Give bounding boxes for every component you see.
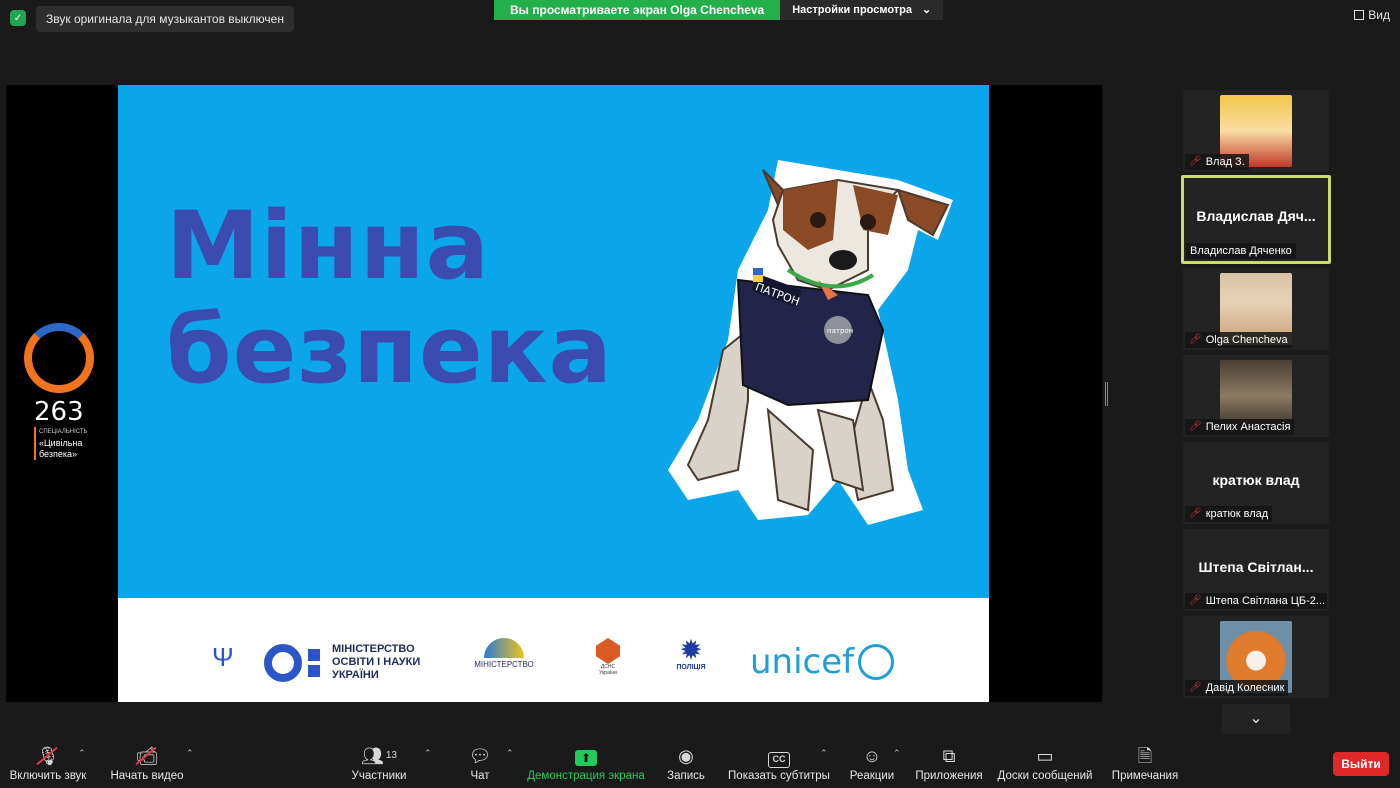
video-off-icon: 📹︎ — [135, 746, 159, 766]
sharing-banner: Вы просматриваете экран Olga Chencheva Н… — [494, 0, 944, 20]
participants-options-caret-icon[interactable]: ⌃ — [424, 748, 432, 759]
mon-text: МІНІСТЕРСТВО ОСВІТИ І НАУКИ УКРАЇНИ — [332, 643, 421, 681]
participant-tile[interactable]: Штепа Світлан... 🎤︎ Штепа Світлана ЦБ-2.… — [1183, 529, 1329, 611]
mon-logo: МІНІСТЕРСТВО ОСВІТИ І НАУКИ УКРАЇНИ — [264, 643, 432, 682]
participant-tile-active-speaker[interactable]: Владислав Дяч... Владислав Дяченко — [1181, 175, 1331, 264]
captions-options-caret-icon[interactable]: ⌃ — [820, 748, 828, 759]
slide-title: Мінна безпека — [166, 195, 613, 403]
participant-tile[interactable]: 🎤︎ Давід Колесник — [1183, 616, 1329, 698]
show-captions-button[interactable]: CC Показать субтитры — [728, 744, 830, 782]
participants-button[interactable]: 👥︎ 13 Участники — [348, 744, 410, 782]
viewing-screen-label: Вы просматриваете экран Olga Chencheva — [494, 0, 781, 20]
share-screen-button[interactable]: ⬆ Демонстрация экрана — [526, 744, 646, 782]
chat-bubble-icon: 💬︎ — [468, 746, 492, 766]
participant-name-tag: 🎤︎ кратюк влад — [1185, 506, 1273, 522]
apps-button[interactable]: ⧉ Приложения — [914, 744, 984, 782]
participants-count: 13 — [385, 750, 397, 761]
trident-icon: Ψ — [212, 642, 234, 672]
share-screen-icon: ⬆ — [575, 750, 597, 766]
ministry-arc-icon — [484, 638, 524, 658]
slide-title-line1: Мінна — [166, 192, 491, 301]
police-logo: ✹ ПОЛІЦІЯ — [674, 637, 708, 672]
unmute-button[interactable]: 🎙︎ Включить звук — [8, 744, 88, 782]
participant-tile[interactable]: 🎤︎ Влад З. — [1183, 90, 1329, 172]
reactions-options-caret-icon[interactable]: ⌃ — [893, 748, 901, 759]
participant-tile[interactable]: 🎤︎ Пелих Анастасія — [1183, 355, 1329, 437]
specialty-logo: 263 СПЕЦІАЛЬНІСТЬ «Цивільна безпека» — [24, 323, 104, 460]
shared-screen: 263 СПЕЦІАЛЬНІСТЬ «Цивільна безпека» Мін… — [6, 85, 1102, 702]
apps-icon: ⧉ — [942, 746, 956, 766]
view-options-button[interactable]: Настройки просмотра ⌄ — [780, 0, 944, 20]
cc-icon: CC — [768, 752, 790, 768]
meeting-toolbar: 🎙︎ Включить звук ⌃ 📹︎ Начать видео ⌃ 👥︎ 1… — [0, 738, 1400, 788]
view-button-label: Вид — [1368, 8, 1390, 22]
participant-big-name: Владислав Дяч... — [1196, 208, 1316, 224]
chat-options-caret-icon[interactable]: ⌃ — [506, 748, 514, 759]
start-video-button[interactable]: 📹︎ Начать видео — [108, 744, 186, 782]
participant-name-tag: 🎤︎ Штепа Світлана ЦБ-2... — [1185, 593, 1327, 609]
slide-footer-logos: Ψ МІНІСТЕРСТВО ОСВІТИ І НАУКИ УКРАЇНИ МІ… — [118, 598, 989, 702]
video-options-caret-icon[interactable]: ⌃ — [186, 748, 194, 759]
participant-tile[interactable]: кратюк влад 🎤︎ кратюк влад — [1183, 442, 1329, 524]
participant-tile[interactable]: 🎤︎ Olga Chencheva — [1183, 268, 1329, 350]
cb-logo-icon — [24, 323, 94, 393]
specialty-number: 263 — [34, 397, 84, 427]
whiteboards-button[interactable]: ▭ Доски сообщений — [996, 744, 1094, 782]
notes-button[interactable]: 🗎︎ Примечания — [1110, 744, 1180, 782]
muted-mic-icon: 🎤︎ — [1189, 508, 1202, 519]
view-button[interactable]: Вид — [1354, 8, 1390, 22]
presentation-slide: Мінна безпека ПАТРОН патрон Ψ МІНІСТЕРСТ… — [118, 85, 989, 702]
participants-icon: 👥︎ 13 — [361, 746, 397, 766]
gallery-scroll-down-button[interactable]: ⌄ — [1222, 704, 1290, 734]
specialty-text: СПЕЦІАЛЬНІСТЬ «Цивільна безпека» — [34, 427, 104, 460]
notes-icon: 🗎︎ — [1137, 746, 1153, 766]
mic-muted-icon: 🎙︎ — [36, 746, 60, 766]
participant-name-tag: Владислав Дяченко — [1186, 243, 1296, 259]
muted-mic-icon: 🎤︎ — [1189, 421, 1202, 432]
leave-button[interactable]: Выйти — [1333, 752, 1389, 776]
smiley-icon: ☺ — [862, 746, 882, 766]
dsns-logo: ДСНС України — [592, 638, 624, 676]
participant-name-tag: 🎤︎ Olga Chencheva — [1185, 332, 1292, 348]
chevron-down-icon: ⌄ — [1249, 710, 1263, 727]
record-icon: ◉ — [678, 746, 694, 766]
unicef-logo: unicef — [750, 642, 895, 682]
whiteboard-icon: ▭ — [1036, 746, 1054, 766]
participant-name-tag: 🎤︎ Пелих Анастасія — [1185, 419, 1295, 435]
mon-squares-icon — [308, 648, 320, 677]
mon-circle-icon — [264, 643, 302, 682]
participant-big-name: кратюк влад — [1212, 472, 1300, 488]
record-button[interactable]: ◉ Запись — [664, 744, 708, 782]
unicef-globe-icon — [858, 644, 895, 680]
participant-name-tag: 🎤︎ Влад З. — [1185, 154, 1249, 170]
patron-dog-illustration: ПАТРОН патрон — [668, 160, 953, 525]
medal-tag: патрон — [827, 327, 853, 335]
top-bar: ✓ Звук оригинала для музыкантов выключен… — [0, 0, 1400, 36]
chevron-down-icon: ⌄ — [922, 4, 932, 16]
muted-mic-icon: 🎤︎ — [1189, 334, 1202, 345]
muted-mic-icon: 🎤︎ — [1189, 156, 1202, 167]
audio-options-caret-icon[interactable]: ⌃ — [78, 748, 86, 759]
reactions-button[interactable]: ☺ Реакции — [846, 744, 898, 782]
police-star-icon: ✹ — [680, 637, 702, 664]
unicef-text: unicef — [750, 642, 855, 682]
original-sound-notice: Звук оригинала для музыкантов выключен — [36, 6, 294, 32]
participant-name-tag: 🎤︎ Давід Колесник — [1185, 680, 1289, 696]
dsns-badge-icon — [596, 638, 620, 664]
chat-button[interactable]: 💬︎ Чат — [462, 744, 498, 782]
muted-mic-icon: 🎤︎ — [1189, 682, 1202, 693]
grid-icon — [1354, 10, 1365, 20]
slide-title-line2: безпека — [166, 296, 613, 405]
slide-blue-area: Мінна безпека ПАТРОН патрон — [118, 85, 989, 598]
resize-handle[interactable] — [1105, 382, 1108, 406]
view-options-label: Настройки просмотра — [792, 4, 913, 16]
muted-mic-icon: 🎤︎ — [1189, 595, 1202, 606]
encryption-shield-icon[interactable]: ✓ — [10, 10, 26, 26]
participant-big-name: Штепа Світлан... — [1198, 559, 1314, 575]
reintegration-ministry-logo: МІНІСТЕРСТВО — [470, 638, 538, 669]
